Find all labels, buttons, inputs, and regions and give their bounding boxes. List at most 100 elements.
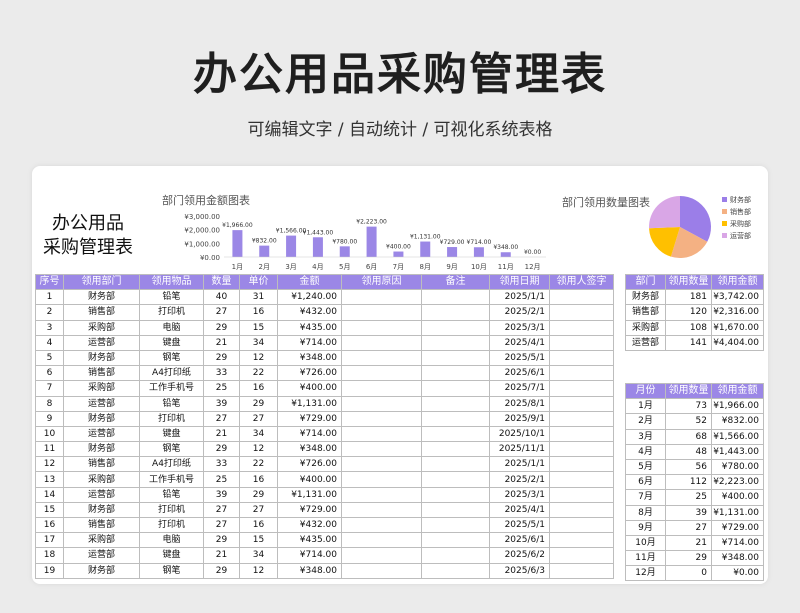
table-cell[interactable]: 2025/3/1	[489, 486, 550, 503]
table-cell[interactable]: 2025/9/1	[489, 410, 550, 427]
table-cell[interactable]: 39	[665, 504, 712, 521]
table-cell[interactable]: 财务部	[63, 289, 140, 306]
table-cell[interactable]: 15	[35, 501, 64, 519]
table-cell[interactable]: ¥726.00	[277, 456, 342, 473]
table-cell[interactable]: 铅笔	[139, 395, 204, 412]
table-cell[interactable]: 采购部	[63, 380, 140, 397]
table-cell[interactable]: 销售部	[625, 304, 666, 321]
table-cell[interactable]: ¥780.00	[711, 458, 764, 476]
table-cell[interactable]	[341, 547, 422, 564]
table-cell[interactable]: 19	[35, 562, 64, 579]
table-cell[interactable]: 73	[665, 398, 712, 415]
table-cell[interactable]: 采购部	[63, 319, 140, 336]
table-cell[interactable]: 56	[665, 458, 712, 476]
table-cell[interactable]: 40	[203, 289, 240, 306]
table-cell[interactable]	[549, 532, 614, 549]
table-cell[interactable]: 2025/6/3	[489, 562, 550, 579]
table-cell[interactable]: 27	[203, 501, 240, 519]
table-cell[interactable]: 运营部	[63, 395, 140, 412]
table-cell[interactable]	[421, 334, 490, 351]
table-cell[interactable]: 18	[35, 547, 64, 564]
table-cell[interactable]: 21	[203, 425, 240, 443]
table-cell[interactable]: 2025/10/1	[489, 425, 550, 443]
table-cell[interactable]: ¥400.00	[711, 489, 764, 506]
table-cell[interactable]: 键盘	[139, 547, 204, 564]
table-cell[interactable]: ¥1,131.00	[711, 504, 764, 521]
table-cell[interactable]: 12月	[625, 565, 666, 582]
table-cell[interactable]	[421, 380, 490, 397]
table-cell[interactable]: 22	[239, 365, 278, 382]
table-cell[interactable]	[549, 456, 614, 473]
table-cell[interactable]: 2025/3/1	[489, 319, 550, 336]
table-cell[interactable]: 29	[203, 562, 240, 579]
table-cell[interactable]: 12	[239, 349, 278, 367]
table-cell[interactable]: 13	[35, 471, 64, 488]
table-cell[interactable]: 12	[239, 562, 278, 579]
table-cell[interactable]	[421, 562, 490, 579]
table-cell[interactable]: 4	[35, 334, 64, 351]
table-cell[interactable]: 2025/2/1	[489, 304, 550, 321]
table-cell[interactable]: 34	[239, 425, 278, 443]
table-cell[interactable]: ¥348.00	[277, 562, 342, 579]
table-cell[interactable]	[421, 547, 490, 564]
table-cell[interactable]: 25	[665, 489, 712, 506]
table-cell[interactable]	[421, 456, 490, 473]
table-cell[interactable]: 14	[35, 486, 64, 503]
table-cell[interactable]: 15	[239, 319, 278, 336]
table-cell[interactable]	[341, 516, 422, 534]
table-cell[interactable]: 27	[239, 410, 278, 427]
table-cell[interactable]	[421, 441, 490, 458]
table-cell[interactable]: 6月	[625, 474, 666, 491]
table-cell[interactable]: 7月	[625, 489, 666, 506]
table-cell[interactable]	[549, 289, 614, 306]
table-cell[interactable]	[549, 380, 614, 397]
table-cell[interactable]	[341, 486, 422, 503]
table-cell[interactable]: ¥1,240.00	[277, 289, 342, 306]
table-cell[interactable]: ¥348.00	[711, 550, 764, 567]
table-cell[interactable]: 16	[239, 471, 278, 488]
table-cell[interactable]	[549, 410, 614, 427]
table-cell[interactable]: 2025/5/1	[489, 349, 550, 367]
table-cell[interactable]	[421, 410, 490, 427]
table-cell[interactable]: ¥1,966.00	[711, 398, 764, 415]
table-cell[interactable]: 34	[239, 334, 278, 351]
table-cell[interactable]	[549, 425, 614, 443]
table-cell[interactable]	[549, 304, 614, 321]
table-cell[interactable]: 29	[203, 441, 240, 458]
table-cell[interactable]: ¥432.00	[277, 304, 342, 321]
table-cell[interactable]: 运营部	[63, 547, 140, 564]
table-cell[interactable]	[341, 471, 422, 488]
table-cell[interactable]: ¥1,131.00	[277, 486, 342, 503]
table-cell[interactable]: 2025/6/2	[489, 547, 550, 564]
table-cell[interactable]	[341, 304, 422, 321]
table-cell[interactable]: 16	[239, 516, 278, 534]
table-cell[interactable]: 采购部	[63, 532, 140, 549]
table-cell[interactable]: 钢笔	[139, 441, 204, 458]
table-cell[interactable]: 9	[35, 410, 64, 427]
table-cell[interactable]: 2025/2/1	[489, 471, 550, 488]
table-cell[interactable]: 财务部	[625, 289, 666, 306]
table-cell[interactable]: 键盘	[139, 425, 204, 443]
table-cell[interactable]: 29	[203, 319, 240, 336]
table-cell[interactable]: ¥2,316.00	[711, 304, 764, 321]
table-cell[interactable]: ¥435.00	[277, 532, 342, 549]
table-cell[interactable]: 财务部	[63, 562, 140, 579]
table-cell[interactable]: 10	[35, 425, 64, 443]
table-cell[interactable]: 铅笔	[139, 486, 204, 503]
table-cell[interactable]	[549, 349, 614, 367]
table-cell[interactable]: 39	[203, 486, 240, 503]
table-cell[interactable]	[341, 562, 422, 579]
table-cell[interactable]: 29	[203, 532, 240, 549]
table-cell[interactable]: 27	[203, 304, 240, 321]
table-cell[interactable]	[341, 365, 422, 382]
table-cell[interactable]	[341, 319, 422, 336]
table-cell[interactable]: 钢笔	[139, 349, 204, 367]
table-cell[interactable]: 键盘	[139, 334, 204, 351]
table-cell[interactable]: 8	[35, 395, 64, 412]
table-cell[interactable]: ¥714.00	[711, 534, 764, 552]
table-cell[interactable]	[341, 334, 422, 351]
table-cell[interactable]: 16	[35, 516, 64, 534]
table-cell[interactable]: 销售部	[63, 516, 140, 534]
table-cell[interactable]: ¥1,566.00	[711, 428, 764, 445]
table-cell[interactable]: 39	[203, 395, 240, 412]
